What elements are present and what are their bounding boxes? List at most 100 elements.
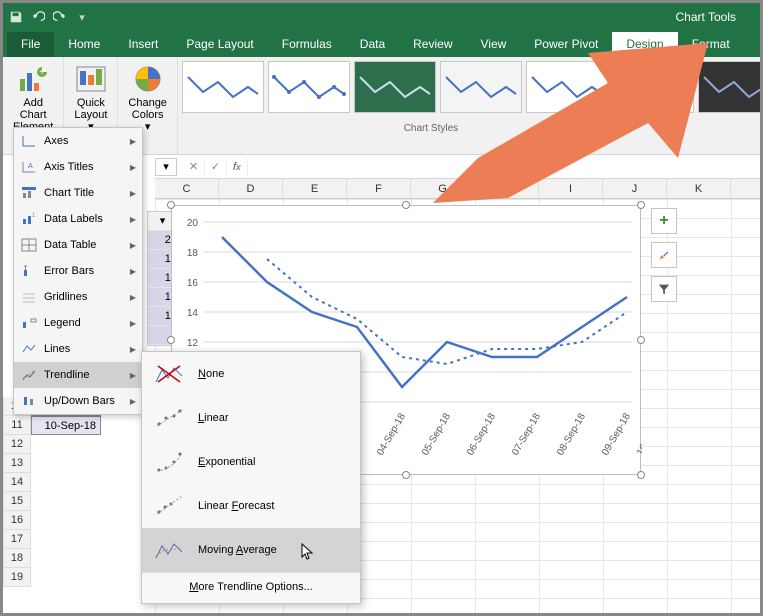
chart-styles-gallery[interactable] xyxy=(178,57,760,117)
chart-style-2[interactable] xyxy=(268,61,350,113)
menu-axis-titles[interactable]: AAxis Titles▶ xyxy=(14,154,142,180)
cell-A11[interactable]: 10-Sep-18 xyxy=(31,416,101,435)
tab-formulas[interactable]: Formulas xyxy=(268,32,346,57)
cancel-formula-icon[interactable]: ✕ xyxy=(183,158,205,176)
data-labels-icon: 1 xyxy=(20,211,38,227)
trendline-moving-average-icon xyxy=(154,538,184,562)
trendline-icon xyxy=(20,367,38,383)
tab-file[interactable]: File xyxy=(7,32,54,57)
axis-titles-icon: A xyxy=(20,159,38,175)
col-G[interactable]: G xyxy=(411,179,475,198)
quick-layout-icon xyxy=(75,63,107,95)
lines-icon xyxy=(20,341,38,357)
mouse-cursor-icon xyxy=(301,543,315,561)
column-headers[interactable]: C D E F G H I J K xyxy=(155,179,760,199)
chart-elements-plus-button[interactable]: + xyxy=(651,208,677,234)
svg-text:06-Sep-18: 06-Sep-18 xyxy=(465,411,498,457)
chart-style-7[interactable] xyxy=(698,61,760,113)
row-14[interactable]: 14 xyxy=(3,473,31,492)
col-J[interactable]: J xyxy=(603,179,667,198)
change-colors-icon xyxy=(132,63,164,95)
chart-styles-brush-button[interactable] xyxy=(651,242,677,268)
tab-design[interactable]: Design xyxy=(612,32,677,57)
svg-text:05-Sep-18: 05-Sep-18 xyxy=(420,411,453,457)
menu-chart-title[interactable]: Chart Title▶ xyxy=(14,180,142,206)
col-E[interactable]: E xyxy=(283,179,347,198)
trendline-none-icon xyxy=(154,362,184,386)
chart-filters-funnel-button[interactable] xyxy=(651,276,677,302)
label: Exponential xyxy=(198,456,256,468)
row-12[interactable]: 12 xyxy=(3,435,31,454)
menu-trendline[interactable]: Trendline▶ xyxy=(14,362,142,388)
menu-data-labels[interactable]: 1Data Labels▶ xyxy=(14,206,142,232)
row-16[interactable]: 16 xyxy=(3,511,31,530)
svg-text:08-Sep-18: 08-Sep-18 xyxy=(555,411,588,457)
row-15[interactable]: 15 xyxy=(3,492,31,511)
fx-icon[interactable]: fx xyxy=(227,161,247,173)
svg-text:07-Sep-18: 07-Sep-18 xyxy=(510,411,543,457)
menu-data-table[interactable]: Data Table▶ xyxy=(14,232,142,258)
gridlines-icon xyxy=(20,289,38,305)
svg-text:14: 14 xyxy=(187,308,199,319)
undo-icon[interactable] xyxy=(31,10,45,24)
menu-axes[interactable]: Axes▶ xyxy=(14,128,142,154)
svg-text:04-Sep-18: 04-Sep-18 xyxy=(375,411,408,457)
col-F[interactable]: F xyxy=(347,179,411,198)
trendline-linear-forecast-icon xyxy=(154,494,184,518)
tab-review[interactable]: Review xyxy=(399,32,466,57)
axes-icon xyxy=(20,133,38,149)
legend-icon xyxy=(20,315,38,331)
trendline-exponential-icon xyxy=(154,450,184,474)
quick-access-toolbar: ▾ Chart Tools xyxy=(3,3,760,31)
enter-formula-icon[interactable]: ✓ xyxy=(205,158,227,176)
chart-title-icon xyxy=(20,185,38,201)
chart-style-6[interactable] xyxy=(612,61,694,113)
col-C[interactable]: C xyxy=(155,179,219,198)
formula-input[interactable] xyxy=(247,158,760,176)
col-K[interactable]: K xyxy=(667,179,731,198)
row-13[interactable]: 13 xyxy=(3,454,31,473)
chart-style-1[interactable] xyxy=(182,61,264,113)
menu-legend[interactable]: Legend▶ xyxy=(14,310,142,336)
ribbon-tabs: File Home Insert Page Layout Formulas Da… xyxy=(3,31,760,57)
col-D[interactable]: D xyxy=(219,179,283,198)
tab-format[interactable]: Format xyxy=(678,32,744,57)
more-trendline-options[interactable]: More Trendline Options... xyxy=(142,572,360,599)
tab-power-pivot[interactable]: Power Pivot xyxy=(520,32,612,57)
tab-insert[interactable]: Insert xyxy=(114,32,172,57)
error-bars-icon xyxy=(20,263,38,279)
row-17[interactable]: 17 xyxy=(3,530,31,549)
label: Linear xyxy=(198,412,229,424)
menu-updown-bars[interactable]: Up/Down Bars▶ xyxy=(14,388,142,414)
chart-style-3[interactable] xyxy=(354,61,436,113)
menu-gridlines[interactable]: Gridlines▶ xyxy=(14,284,142,310)
row-headers[interactable]: 10 11 12 13 14 15 16 17 18 19 xyxy=(3,397,31,587)
trendline-moving-average[interactable]: Moving Average xyxy=(142,528,360,572)
trendline-none[interactable]: None xyxy=(142,352,360,396)
label: Linear Forecast xyxy=(198,500,274,512)
chart-style-5[interactable] xyxy=(526,61,608,113)
trendline-exponential[interactable]: Exponential xyxy=(142,440,360,484)
trendline-linear-icon xyxy=(154,406,184,430)
col-I[interactable]: I xyxy=(539,179,603,198)
chart-tools-context-label: Chart Tools xyxy=(658,3,754,31)
menu-error-bars[interactable]: Error Bars▶ xyxy=(14,258,142,284)
trendline-linear-forecast[interactable]: Linear Forecast xyxy=(142,484,360,528)
redo-icon[interactable] xyxy=(53,10,67,24)
trendline-linear[interactable]: Linear xyxy=(142,396,360,440)
row-11[interactable]: 11 xyxy=(3,416,31,435)
row-19[interactable]: 19 xyxy=(3,568,31,587)
label: None xyxy=(198,368,224,380)
svg-text:18: 18 xyxy=(187,248,199,259)
menu-lines[interactable]: Lines▶ xyxy=(14,336,142,362)
col-H[interactable]: H xyxy=(475,179,539,198)
tab-data[interactable]: Data xyxy=(346,32,399,57)
qat-more-icon[interactable]: ▾ xyxy=(75,10,89,24)
save-icon[interactable] xyxy=(9,10,23,24)
tab-page-layout[interactable]: Page Layout xyxy=(172,32,267,57)
tab-view[interactable]: View xyxy=(467,32,521,57)
chart-style-4[interactable] xyxy=(440,61,522,113)
tab-home[interactable]: Home xyxy=(54,32,114,57)
name-box-dropdown[interactable]: ▾ xyxy=(155,158,177,176)
row-18[interactable]: 18 xyxy=(3,549,31,568)
